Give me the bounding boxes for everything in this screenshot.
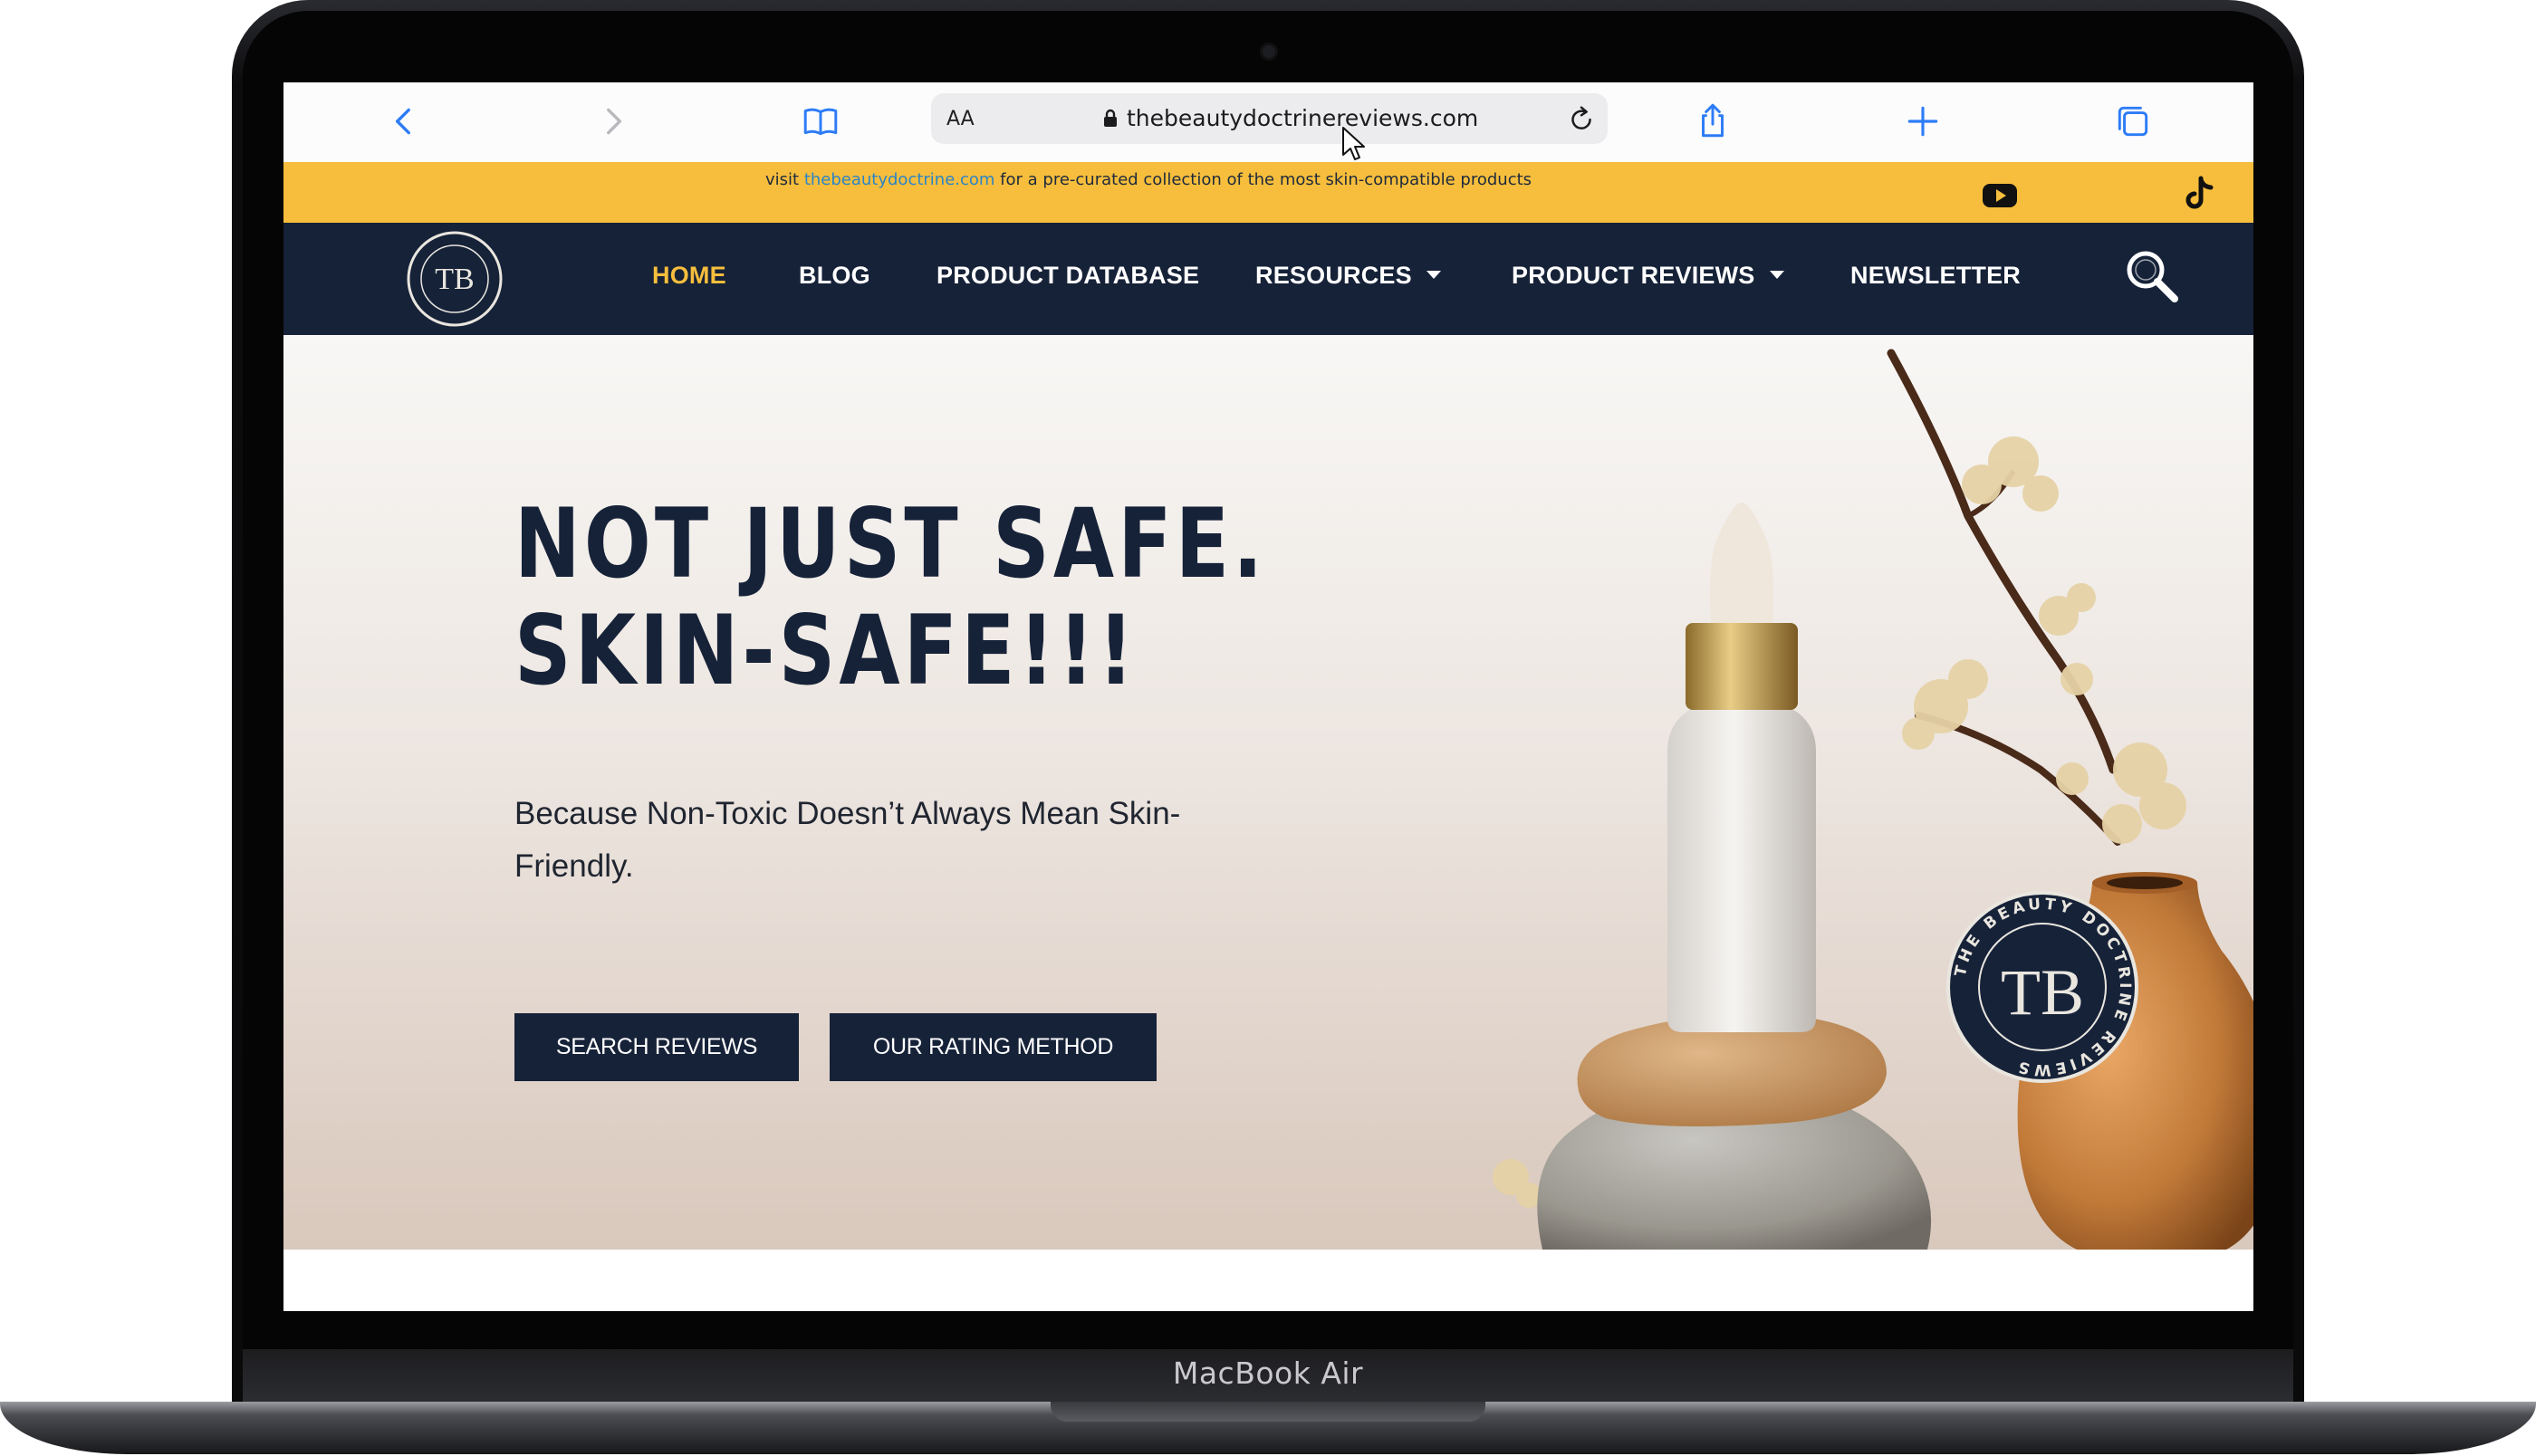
browser-toolbar: AA thebeautydoctrinereviews.com [283,82,2253,162]
page-below-fold [283,1250,2253,1311]
search-icon[interactable] [2122,246,2182,306]
search-reviews-button[interactable]: SEARCH REVIEWS [514,1013,799,1081]
main-nav: TB HOME BLOG PRODUCT DATABASE RESOURCES … [283,223,2253,335]
nav-product-reviews[interactable]: PRODUCT REVIEWS [1512,262,1784,290]
hero-title-line2: SKIN-SAFE!!! [514,595,1138,706]
hero-title: NOT JUST SAFE. SKIN-SAFE!!! [514,488,1267,706]
nav-newsletter[interactable]: NEWSLETTER [1850,262,2021,290]
camera [1263,45,1275,58]
cursor-icon [1342,127,1365,160]
reload-icon[interactable] [1564,102,1599,137]
logo-monogram: TB [435,263,474,296]
text-size-button[interactable]: AA [946,108,975,130]
share-icon[interactable] [1690,99,1735,144]
nav-product-database[interactable]: PRODUCT DATABASE [937,262,1199,290]
hero-section: NOT JUST SAFE. SKIN-SAFE!!! Because Non-… [283,335,2253,1250]
site-logo[interactable]: TB [407,231,503,327]
device-label: MacBook Air [1172,1355,1364,1391]
promo-link[interactable]: thebeautydoctrine.com [804,170,995,189]
nav-blog[interactable]: BLOG [799,262,870,290]
nav-resources[interactable]: RESOURCES [1255,262,1441,290]
chevron-down-icon [1769,271,1784,280]
tiktok-icon[interactable] [2179,175,2219,215]
lock-icon [1104,109,1117,127]
laptop-notch [1051,1402,1485,1422]
back-icon[interactable] [381,99,427,144]
promo-text: visit thebeautydoctrine.com for a pre-cu… [765,170,1532,189]
nav-product-reviews-label: PRODUCT REVIEWS [1512,262,1755,289]
promo-prefix: visit [765,170,804,189]
chevron-down-icon [1426,271,1441,280]
nav-resources-label: RESOURCES [1255,262,1412,289]
hero-title-line1: NOT JUST SAFE. [514,488,1267,599]
address-bar[interactable]: AA thebeautydoctrinereviews.com [931,93,1608,144]
bookmarks-icon[interactable] [798,99,843,144]
youtube-icon[interactable] [1980,175,2020,215]
promo-bar: visit thebeautydoctrine.com for a pre-cu… [283,162,2253,223]
promo-suffix: for a pre-curated collection of the most… [994,170,1532,189]
nav-home[interactable]: HOME [652,262,726,290]
forward-icon[interactable] [591,99,636,144]
url-text[interactable]: thebeautydoctrinereviews.com [1127,105,1478,131]
hero-image: TB THE BEAUTY DOCTRINE REVIEWS [1493,349,2253,1250]
new-tab-icon[interactable] [1900,99,1945,144]
screen: AA thebeautydoctrinereviews.com visit th… [283,82,2253,1311]
badge-monogram: TB [2001,956,2084,1029]
tabs-icon[interactable] [2110,99,2156,144]
